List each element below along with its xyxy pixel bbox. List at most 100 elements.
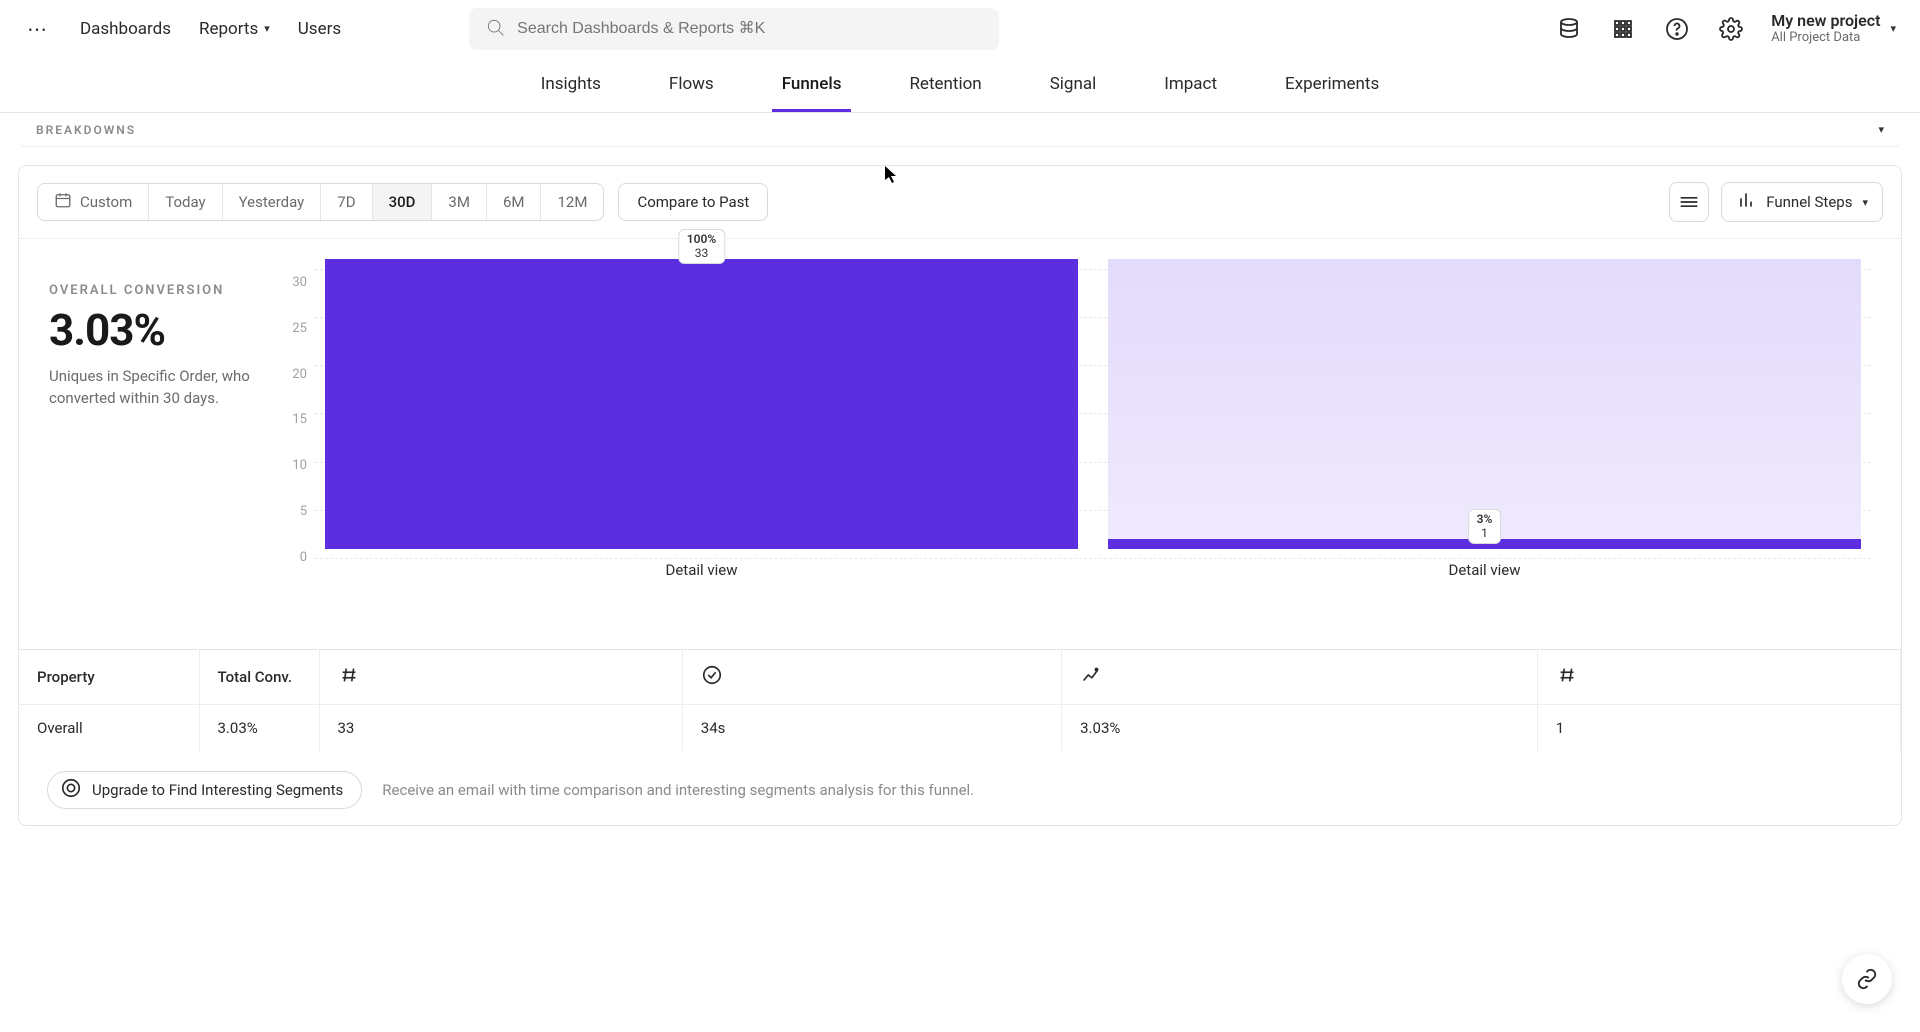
nav-reports[interactable]: Reports ▾ bbox=[199, 19, 270, 39]
summary-title: OVERALL CONVERSION bbox=[49, 283, 279, 298]
trend-percent-icon bbox=[1080, 672, 1102, 690]
database-icon[interactable] bbox=[1555, 15, 1583, 43]
search-icon bbox=[485, 17, 505, 41]
breakdowns-row[interactable]: BREAKDOWNS ▾ bbox=[18, 113, 1902, 147]
summary-value: 3.03% bbox=[49, 304, 279, 356]
cell-rate: 3.03% bbox=[1062, 705, 1538, 752]
hash-icon bbox=[1556, 672, 1578, 690]
upsell-desc: Receive an email with time comparison an… bbox=[382, 781, 974, 799]
apps-grid-icon[interactable] bbox=[1609, 15, 1637, 43]
y-tick: 30 bbox=[292, 275, 307, 290]
breakdowns-label: BREAKDOWNS bbox=[36, 123, 136, 137]
range-today[interactable]: Today bbox=[149, 184, 222, 220]
search-bar[interactable] bbox=[469, 8, 999, 50]
project-text: My new project All Project Data bbox=[1771, 11, 1880, 46]
project-sub: All Project Data bbox=[1771, 30, 1880, 46]
nav-dashboards[interactable]: Dashboards bbox=[80, 19, 171, 39]
bar-chart-icon bbox=[1736, 190, 1756, 214]
subnav-insights[interactable]: Insights bbox=[531, 58, 611, 112]
nav-users[interactable]: Users bbox=[298, 19, 341, 39]
bar-fg: 100% 33 bbox=[325, 259, 1078, 549]
subnav-flows[interactable]: Flows bbox=[659, 58, 724, 112]
toolbar-right: Funnel Steps ▾ bbox=[1669, 182, 1883, 222]
subnav-impact[interactable]: Impact bbox=[1154, 58, 1227, 112]
bar-label: Detail view bbox=[665, 561, 737, 579]
range-3m[interactable]: 3M bbox=[432, 184, 487, 220]
bar-bg bbox=[1108, 259, 1861, 549]
chart-type-label: Funnel Steps bbox=[1766, 193, 1852, 211]
chevron-down-icon: ▾ bbox=[264, 22, 270, 35]
primary-nav: Dashboards Reports ▾ Users bbox=[80, 19, 341, 39]
settings-gear-icon[interactable] bbox=[1717, 15, 1745, 43]
upgrade-segments-button[interactable]: Upgrade to Find Interesting Segments bbox=[47, 771, 362, 809]
copy-link-button[interactable] bbox=[1842, 954, 1892, 1004]
upgrade-label: Upgrade to Find Interesting Segments bbox=[92, 781, 343, 799]
funnel-card: Custom Today Yesterday 7D 30D 3M 6M 12M … bbox=[18, 165, 1902, 826]
range-custom-label: Custom bbox=[80, 193, 132, 211]
table-header-row: Property Total Conv. bbox=[19, 650, 1901, 705]
y-tick: 5 bbox=[300, 504, 307, 519]
app-menu-icon[interactable]: ⋯ bbox=[24, 15, 52, 43]
funnel-table: Property Total Conv. bbox=[19, 649, 1901, 751]
cell-count-2: 1 bbox=[1537, 705, 1900, 752]
search-input[interactable] bbox=[517, 20, 983, 38]
list-view-toggle[interactable] bbox=[1669, 182, 1709, 222]
bar-tip-n: 33 bbox=[687, 246, 716, 260]
hash-icon bbox=[338, 672, 360, 690]
bar-tooltip: 3% 1 bbox=[1468, 509, 1502, 544]
chevron-down-icon: ▾ bbox=[1862, 196, 1868, 209]
checkmark-circle-icon bbox=[701, 672, 723, 690]
th-rate[interactable] bbox=[1062, 650, 1538, 705]
funnel-step-1[interactable]: 100% 33 Detail view bbox=[325, 259, 1078, 579]
chart-area: OVERALL CONVERSION 3.03% Uniques in Spec… bbox=[19, 239, 1901, 649]
project-picker[interactable]: My new project All Project Data ▾ bbox=[1771, 11, 1896, 46]
bar-tip-pct: 100% bbox=[687, 232, 716, 246]
th-count-2[interactable] bbox=[1537, 650, 1900, 705]
y-tick: 10 bbox=[292, 458, 307, 473]
summary-desc: Uniques in Specific Order, who converted… bbox=[49, 366, 279, 410]
bar-tip-pct: 3% bbox=[1477, 512, 1493, 526]
bars: 100% 33 Detail view 3% bbox=[315, 269, 1871, 579]
bar-label: Detail view bbox=[1448, 561, 1520, 579]
range-12m[interactable]: 12M bbox=[541, 184, 603, 220]
nav-reports-label: Reports bbox=[199, 19, 258, 39]
calendar-icon bbox=[54, 191, 72, 213]
upsell-row: Upgrade to Find Interesting Segments Rec… bbox=[47, 761, 1873, 825]
help-icon[interactable] bbox=[1663, 15, 1691, 43]
bars-wrap: 100% 33 Detail view 3% bbox=[315, 269, 1871, 579]
subnav-experiments[interactable]: Experiments bbox=[1275, 58, 1389, 112]
th-time[interactable] bbox=[682, 650, 1061, 705]
bar-tip-n: 1 bbox=[1477, 526, 1493, 540]
range-yesterday[interactable]: Yesterday bbox=[223, 184, 322, 220]
y-tick: 0 bbox=[300, 550, 307, 565]
subnav-funnels[interactable]: Funnels bbox=[772, 58, 852, 112]
chevron-down-icon: ▾ bbox=[1878, 123, 1884, 136]
compare-to-past-button[interactable]: Compare to Past bbox=[618, 183, 768, 221]
bar-tooltip: 100% 33 bbox=[678, 229, 725, 264]
range-30d[interactable]: 30D bbox=[373, 184, 433, 220]
card-toolbar: Custom Today Yesterday 7D 30D 3M 6M 12M … bbox=[19, 166, 1901, 239]
topbar: ⋯ Dashboards Reports ▾ Users My new proj… bbox=[0, 0, 1920, 58]
target-icon bbox=[60, 777, 82, 803]
bar-fg: 3% 1 bbox=[1108, 539, 1861, 549]
cell-property: Overall bbox=[19, 705, 199, 752]
range-6m[interactable]: 6M bbox=[487, 184, 542, 220]
y-tick: 20 bbox=[292, 367, 307, 382]
cell-total-conv: 3.03% bbox=[199, 705, 319, 752]
th-property[interactable]: Property bbox=[19, 650, 199, 705]
subnav-signal[interactable]: Signal bbox=[1040, 58, 1107, 112]
funnel-step-2[interactable]: 3% 1 Detail view bbox=[1108, 259, 1861, 579]
plot-column: 30 25 20 15 10 5 0 bbox=[279, 269, 1871, 633]
summary-column: OVERALL CONVERSION 3.03% Uniques in Spec… bbox=[49, 269, 279, 633]
th-total-conv[interactable]: Total Conv. bbox=[199, 650, 319, 705]
cell-time: 34s bbox=[682, 705, 1061, 752]
y-axis: 30 25 20 15 10 5 0 bbox=[279, 275, 315, 565]
range-custom[interactable]: Custom bbox=[38, 184, 149, 220]
table-row[interactable]: Overall 3.03% 33 34s 3.03% 1 bbox=[19, 705, 1901, 752]
y-tick: 15 bbox=[292, 412, 307, 427]
subnav-retention[interactable]: Retention bbox=[899, 58, 991, 112]
chart-type-dropdown[interactable]: Funnel Steps ▾ bbox=[1721, 182, 1883, 222]
project-name: My new project bbox=[1771, 11, 1880, 30]
range-7d[interactable]: 7D bbox=[321, 184, 372, 220]
th-count-1[interactable] bbox=[319, 650, 682, 705]
